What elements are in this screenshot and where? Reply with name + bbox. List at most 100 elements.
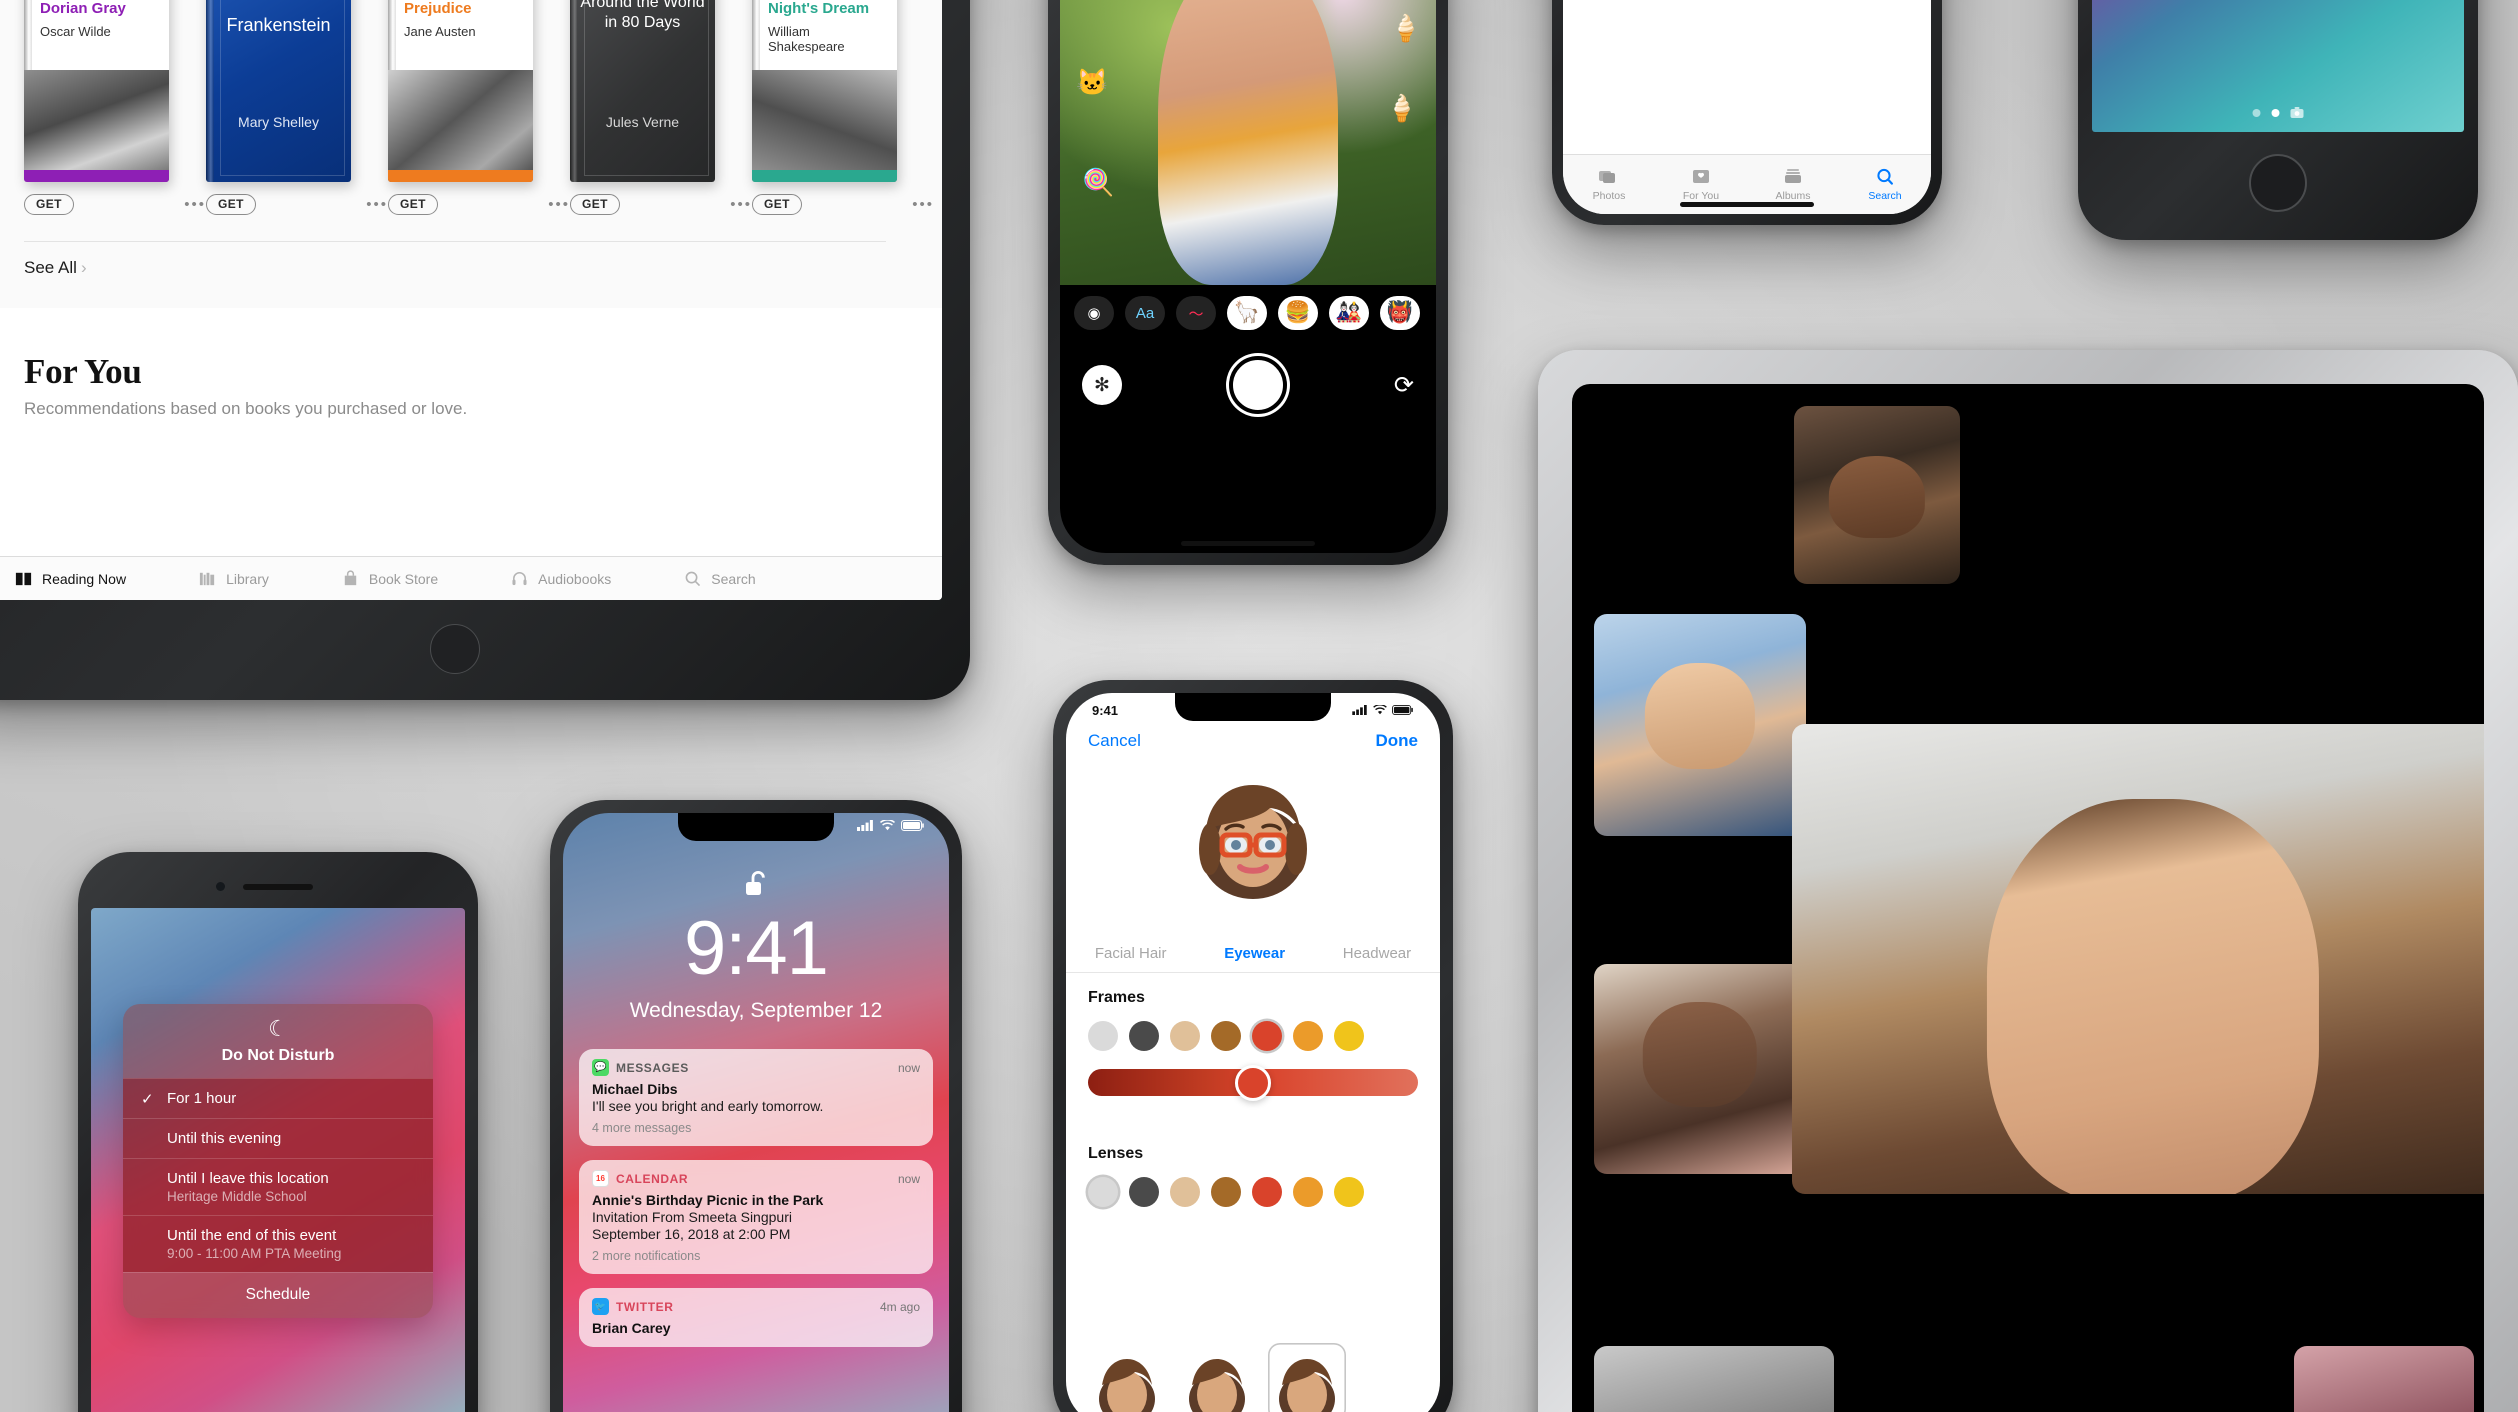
lenses-swatches: [1088, 1177, 1418, 1207]
signal-icon: [1352, 705, 1367, 715]
tab-search[interactable]: Search: [1839, 155, 1931, 214]
more-options-icon[interactable]: •••: [912, 197, 934, 212]
facetime-participant-tile[interactable]: [1594, 1346, 1834, 1412]
tab-label: Book Store: [368, 570, 439, 587]
memoji-option-1[interactable]: [1088, 1343, 1166, 1412]
book-cover[interactable]: Around the World in 80 Days Jules Verne: [570, 0, 715, 182]
frame-swatch[interactable]: [1088, 1021, 1118, 1051]
shutter-button[interactable]: [1228, 356, 1287, 414]
lens-swatch[interactable]: [1211, 1177, 1241, 1207]
frame-color-slider[interactable]: [1088, 1064, 1418, 1101]
book-card[interactable]: Pride and Prejudice Jane Austen GET •••: [388, 0, 568, 215]
notification-messages[interactable]: 💬 MESSAGES now Michael Dibs I'll see you…: [579, 1049, 933, 1146]
get-button[interactable]: GET: [24, 194, 74, 215]
frame-swatch-selected[interactable]: [1252, 1021, 1282, 1051]
book-author: William Shakespeare: [768, 23, 845, 54]
sticker-burger[interactable]: 🍔: [1278, 296, 1318, 330]
tab-label: Photos: [1592, 190, 1626, 202]
frame-swatch[interactable]: [1293, 1021, 1323, 1051]
dnd-option-until-this-evening[interactable]: Until this evening: [123, 1118, 433, 1158]
get-button[interactable]: GET: [570, 194, 620, 215]
lens-swatch[interactable]: [1129, 1177, 1159, 1207]
memoji-thumb-icon: [1189, 1359, 1245, 1412]
home-indicator[interactable]: [1680, 202, 1814, 207]
tab-photos[interactable]: Photos: [1563, 155, 1655, 214]
memoji-option-3-selected[interactable]: [1268, 1343, 1346, 1412]
sticker-llama[interactable]: 🦙: [1227, 296, 1267, 330]
lens-swatch[interactable]: [1334, 1177, 1364, 1207]
dnd-option-until-i-leave[interactable]: Until I leave this location Heritage Mid…: [123, 1158, 433, 1215]
camera-icon[interactable]: [2290, 107, 2304, 118]
tab-facial-hair[interactable]: Facial Hair: [1095, 945, 1167, 962]
facetime-participant-tile[interactable]: [2294, 1346, 2474, 1412]
book-cover[interactable]: The Picture of Dorian Gray Oscar Wilde: [24, 0, 169, 182]
book-icon: [15, 572, 32, 586]
tab-search[interactable]: Search: [683, 569, 756, 588]
book-card[interactable]: The Picture of Dorian Gray Oscar Wilde G…: [24, 0, 204, 215]
home-button[interactable]: [430, 624, 480, 674]
memoji-preview[interactable]: [1178, 767, 1328, 917]
see-all-link[interactable]: See All ›: [24, 241, 886, 278]
home-button[interactable]: [2249, 154, 2307, 212]
book-card[interactable]: Around the World in 80 Days Jules Verne …: [570, 0, 750, 215]
lens-swatch[interactable]: [1293, 1177, 1323, 1207]
more-options-icon[interactable]: •••: [366, 197, 388, 212]
notification-time: now: [897, 1060, 920, 1075]
book-cover[interactable]: Frankenstein Mary Shelley: [206, 0, 351, 182]
ipad-facetime-device: [1538, 350, 2518, 1412]
tab-headwear[interactable]: Headwear: [1343, 945, 1411, 962]
frame-swatch[interactable]: [1170, 1021, 1200, 1051]
memoji-option-2[interactable]: [1178, 1343, 1256, 1412]
get-button[interactable]: GET: [388, 194, 438, 215]
shapes-icon[interactable]: 〜: [1176, 296, 1216, 330]
frame-swatch[interactable]: [1334, 1021, 1364, 1051]
page-dot[interactable]: [2252, 108, 2261, 117]
book-card[interactable]: Frankenstein Mary Shelley GET •••: [206, 0, 386, 215]
lens-swatch[interactable]: [1170, 1177, 1200, 1207]
notification-more[interactable]: 2 more notifications: [592, 1249, 920, 1263]
more-options-icon[interactable]: •••: [184, 197, 206, 212]
tab-book-store[interactable]: Book Store: [341, 569, 438, 588]
home-indicator[interactable]: [1181, 541, 1315, 546]
book-cover[interactable]: A Midsummer Night's Dream William Shakes…: [752, 0, 897, 182]
schedule-button[interactable]: Schedule: [123, 1272, 433, 1318]
tab-eyewear[interactable]: Eyewear: [1224, 945, 1285, 962]
tab-label: Search: [711, 570, 756, 587]
tab-library[interactable]: Library: [198, 569, 269, 588]
book-card[interactable]: A Midsummer Night's Dream William Shakes…: [752, 0, 932, 215]
tab-label: Library: [226, 570, 269, 587]
more-options-icon[interactable]: •••: [730, 197, 752, 212]
notification-calendar[interactable]: 16 CALENDAR now Annie's Birthday Picnic …: [579, 1160, 933, 1274]
slider-knob[interactable]: [1235, 1064, 1271, 1101]
page-dot-active[interactable]: [2271, 108, 2280, 117]
get-button[interactable]: GET: [752, 194, 802, 215]
effects-icon[interactable]: ✻: [1082, 365, 1122, 405]
book-cover[interactable]: Pride and Prejudice Jane Austen: [388, 0, 533, 182]
sticker-face[interactable]: 🎎: [1329, 296, 1369, 330]
facetime-participant-tile[interactable]: [1794, 406, 1960, 584]
camera-viewfinder[interactable]: 🐱 🐱 🍩 🍦 🍦 🍭: [1060, 0, 1436, 285]
page-dots[interactable]: [2252, 107, 2304, 118]
get-button[interactable]: GET: [206, 194, 256, 215]
dnd-option-until-event-end[interactable]: Until the end of this event 9:00 - 11:00…: [123, 1215, 433, 1272]
facetime-participant-tile[interactable]: [1594, 964, 1806, 1174]
lens-swatch[interactable]: [1252, 1177, 1282, 1207]
notification-twitter[interactable]: 🐦 TWITTER 4m ago Brian Carey: [579, 1288, 933, 1347]
frame-swatch[interactable]: [1211, 1021, 1241, 1051]
camera-flip-icon[interactable]: ⟳: [1394, 371, 1414, 400]
cancel-button[interactable]: Cancel: [1088, 731, 1141, 751]
facetime-participant-tile[interactable]: [1594, 614, 1806, 836]
wallpaper-screen[interactable]: [2092, 0, 2464, 132]
done-button[interactable]: Done: [1376, 731, 1419, 751]
tab-reading-now[interactable]: Reading Now: [14, 569, 126, 588]
text-icon[interactable]: Aa: [1125, 296, 1165, 330]
tab-audiobooks[interactable]: Audiobooks: [510, 569, 611, 588]
frame-swatch[interactable]: [1129, 1021, 1159, 1051]
more-options-icon[interactable]: •••: [548, 197, 570, 212]
lens-swatch-selected[interactable]: [1088, 1177, 1118, 1207]
sticker-monster[interactable]: 👹: [1380, 296, 1420, 330]
facetime-active-speaker-tile[interactable]: [1792, 724, 2484, 1194]
dnd-option-for-1-hour[interactable]: ✓ For 1 hour: [123, 1078, 433, 1118]
filters-icon[interactable]: ◉: [1074, 296, 1114, 330]
notification-more[interactable]: 4 more messages: [592, 1121, 920, 1135]
